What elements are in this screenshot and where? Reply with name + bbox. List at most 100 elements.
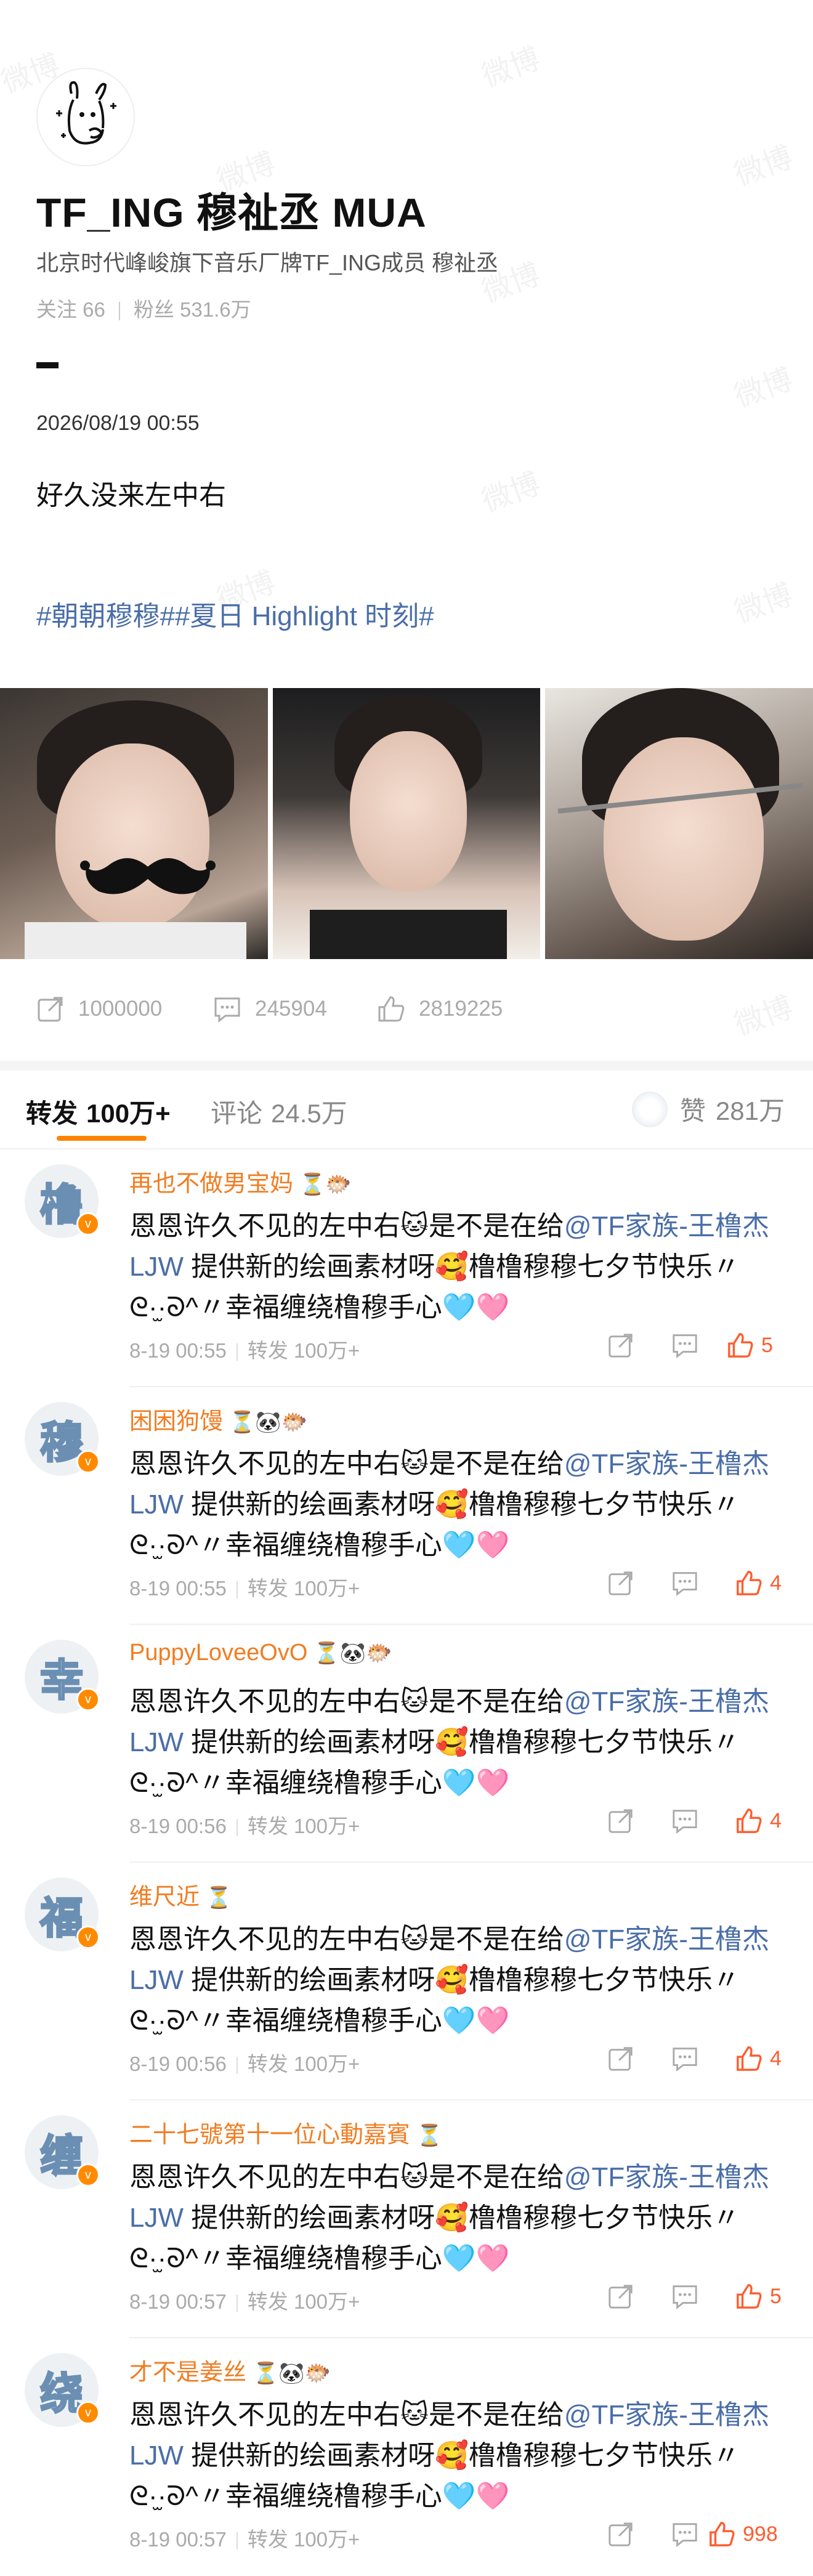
comment-text: 恩恩许久不见的左中右🐱是不是在给@TF家族-王橹杰LJW 提供新的绘画素材呀🥰橹… bbox=[129, 1919, 782, 2041]
post-hashtags[interactable]: #朝朝穆穆##夏日 Highlight 时刻# bbox=[36, 594, 434, 633]
username-text: PuppyLoveeOvO bbox=[129, 1640, 308, 1666]
comment-meta: 8-19 00:57 转发 100万+ bbox=[129, 2285, 360, 2315]
user-badges-icon: ⏳🐼🐡 bbox=[313, 1642, 392, 1665]
comment-like-button[interactable]: 4 bbox=[735, 1569, 782, 1597]
list-item[interactable]: 穆 v 困困狗馒 ⏳🐼🐡 恩恩许久不见的左中右🐱是不是在给@TF家族-王橹杰LJW 提供… bbox=[0, 1387, 813, 1625]
share-button[interactable] bbox=[607, 1332, 634, 1362]
comment-text-part: 恩恩许久不见的左中右🐱是不是在给 bbox=[129, 2162, 564, 2192]
reply-button[interactable] bbox=[671, 2283, 698, 2313]
comment-date: 8-19 00:56 bbox=[129, 2052, 227, 2075]
list-item[interactable]: 幸 v PuppyLoveeOvO ⏳🐼🐡 恩恩许久不见的左中右🐱是不是在给@TF家族-… bbox=[0, 1625, 813, 1863]
repost-button[interactable]: 1000000 bbox=[36, 995, 162, 1023]
comment-icon bbox=[673, 2523, 697, 2548]
avatar[interactable]: 福v bbox=[25, 1877, 100, 1951]
reply-button[interactable] bbox=[671, 1807, 698, 1837]
post-photo-2[interactable] bbox=[272, 688, 541, 959]
author-avatar[interactable] bbox=[36, 68, 135, 166]
user-badges-icon: ⏳🐼🐡 bbox=[253, 2362, 331, 2385]
share-button[interactable] bbox=[607, 2045, 634, 2075]
reply-button[interactable] bbox=[671, 1332, 698, 1362]
tab-comment[interactable]: 评论 24.5万 bbox=[211, 1093, 347, 1130]
divider bbox=[236, 2295, 238, 2312]
watermark: 微博 bbox=[477, 467, 545, 519]
comment-like-count: 998 bbox=[743, 2522, 778, 2546]
share-button[interactable] bbox=[607, 2283, 634, 2313]
comment-repost-count: 转发 100万+ bbox=[247, 2528, 360, 2551]
comment-text-part: 恩恩许久不见的左中右🐱是不是在给 bbox=[129, 1211, 564, 1241]
comment-username[interactable]: 再也不做男宝妈 ⏳🐡 bbox=[129, 1164, 352, 1198]
comment-button[interactable]: 245904 bbox=[213, 995, 327, 1023]
share-icon bbox=[609, 2047, 633, 2071]
list-item[interactable]: 福 v 维尺近 ⏳ 恩恩许久不见的左中右🐱是不是在给@TF家族-王橹杰LJW 提供新的绘… bbox=[0, 1863, 813, 2100]
avatar[interactable]: 绕v bbox=[25, 2353, 100, 2427]
thumb-up-icon bbox=[737, 2046, 762, 2071]
comment-repost-count: 转发 100万+ bbox=[247, 1577, 360, 1600]
post-photo-1[interactable] bbox=[0, 688, 268, 959]
tab-likes-label: 赞 bbox=[679, 1096, 706, 1125]
comment-username[interactable]: 困困狗馒 ⏳🐼🐡 bbox=[129, 1402, 307, 1436]
comment-date: 8-19 00:55 bbox=[129, 1577, 227, 1600]
author-name[interactable]: TF_ING 穆祉丞 MUA bbox=[36, 180, 427, 239]
comment-like-button[interactable]: 5 bbox=[727, 1332, 773, 1359]
user-badges-icon: ⏳🐡 bbox=[299, 1173, 352, 1196]
share-button[interactable] bbox=[607, 2521, 634, 2551]
list-item[interactable]: 绕 v 才不是姜丝 ⏳🐼🐡 恩恩许久不见的左中右🐱是不是在给@TF家族-王橹杰LJW 提… bbox=[0, 2338, 813, 2576]
post-text: 好久没来左中右 bbox=[36, 480, 226, 511]
comment-repost-count: 转发 100万+ bbox=[247, 1339, 360, 1362]
tab-likes[interactable]: 赞 281万 bbox=[631, 1090, 785, 1128]
verified-badge-icon: v bbox=[76, 1212, 100, 1236]
avatar[interactable]: 幸v bbox=[25, 1640, 100, 1714]
user-badges-icon: ⏳🐼🐡 bbox=[229, 1411, 308, 1434]
section-divider bbox=[0, 1061, 813, 1071]
comment-username[interactable]: 二十七號第十一位心動嘉賓 ⏳ bbox=[129, 2115, 442, 2149]
comment-like-button[interactable]: 5 bbox=[735, 2283, 782, 2310]
comment-like-button[interactable]: 4 bbox=[735, 2045, 782, 2072]
tab-repost[interactable]: 转发 100万+ bbox=[26, 1093, 171, 1130]
list-item[interactable]: 橹 v 再也不做男宝妈 ⏳🐡 恩恩许久不见的左中右🐱是不是在给@TF家族-王橹杰LJW … bbox=[0, 1149, 813, 1387]
share-button[interactable] bbox=[607, 1569, 634, 1600]
comment-like-button[interactable]: 4 bbox=[735, 1807, 782, 1834]
author-bio: 北京时代峰峻旗下音乐厂牌TF_ING成员 穆祉丞 bbox=[36, 250, 499, 275]
post-photo-3[interactable] bbox=[545, 688, 813, 959]
photo-face bbox=[604, 737, 764, 941]
followers-count[interactable]: 粉丝 531.6万 bbox=[134, 298, 251, 321]
divider bbox=[236, 2057, 238, 2075]
comment-icon bbox=[673, 2047, 697, 2072]
comment-icon bbox=[673, 1572, 697, 1597]
comment-username[interactable]: 维尺近 ⏳ bbox=[129, 1877, 232, 1911]
photo-face bbox=[349, 731, 467, 891]
tab-comment-count: 24.5万 bbox=[271, 1099, 347, 1128]
reply-button[interactable] bbox=[671, 2521, 698, 2551]
comment-text-part: 提供新的绘画素材呀🥰橹橹穆穆七夕节快乐〃ᘓ·̫·ᘐ^〃幸福缠绕橹穆手心🩵🩷 bbox=[129, 1489, 740, 1560]
comment-like-button[interactable]: 998 bbox=[708, 2521, 778, 2548]
reply-button[interactable] bbox=[671, 1569, 698, 1600]
photo-shirt bbox=[309, 910, 507, 959]
username-text: 再也不做男宝妈 bbox=[129, 1171, 294, 1197]
comment-meta: 8-19 00:55 转发 100万+ bbox=[129, 1572, 360, 1602]
avatar[interactable]: 缠v bbox=[25, 2115, 100, 2189]
like-button[interactable]: 2819225 bbox=[377, 995, 503, 1023]
following-count[interactable]: 关注 66 bbox=[36, 298, 105, 321]
tab-repost-count: 100万+ bbox=[86, 1099, 171, 1128]
comment-username[interactable]: PuppyLoveeOvO ⏳🐼🐡 bbox=[129, 1640, 392, 1666]
avatar[interactable]: 穆v bbox=[25, 1402, 100, 1476]
comment-icon bbox=[673, 1334, 697, 1359]
thumb-up-icon bbox=[378, 996, 405, 1022]
comment-username[interactable]: 才不是姜丝 ⏳🐼🐡 bbox=[129, 2353, 331, 2387]
share-icon bbox=[609, 1334, 633, 1358]
comment-like-count: 4 bbox=[770, 1571, 782, 1595]
user-badges-icon: ⏳ bbox=[206, 1886, 232, 1910]
comment-text-part: 提供新的绘画素材呀🥰橹橹穆穆七夕节快乐〃ᘓ·̫·ᘐ^〃幸福缠绕橹穆手心🩵🩷 bbox=[129, 1965, 740, 2036]
share-button[interactable] bbox=[607, 1807, 634, 1837]
watermark: 微博 bbox=[477, 42, 545, 94]
mustache-sticker-icon bbox=[80, 858, 216, 894]
comment-text-part: 提供新的绘画素材呀🥰橹橹穆穆七夕节快乐〃ᘓ·̫·ᘐ^〃幸福缠绕橹穆手心🩵🩷 bbox=[129, 2203, 740, 2274]
comment-date: 8-19 00:57 bbox=[129, 2528, 227, 2551]
comment-meta: 8-19 00:57 转发 100万+ bbox=[129, 2523, 360, 2553]
share-icon bbox=[609, 2522, 633, 2546]
list-item[interactable]: 缠 v 二十七號第十一位心動嘉賓 ⏳ 恩恩许久不见的左中右🐱是不是在给@TF家族-王橹杰… bbox=[0, 2100, 813, 2338]
comment-text: 恩恩许久不见的左中右🐱是不是在给@TF家族-王橹杰LJW 提供新的绘画素材呀🥰橹… bbox=[129, 1444, 782, 1566]
comment-text-part: 恩恩许久不见的左中右🐱是不是在给 bbox=[129, 1449, 564, 1479]
reply-button[interactable] bbox=[671, 2045, 698, 2075]
avatar[interactable]: 橹v bbox=[25, 1164, 100, 1238]
